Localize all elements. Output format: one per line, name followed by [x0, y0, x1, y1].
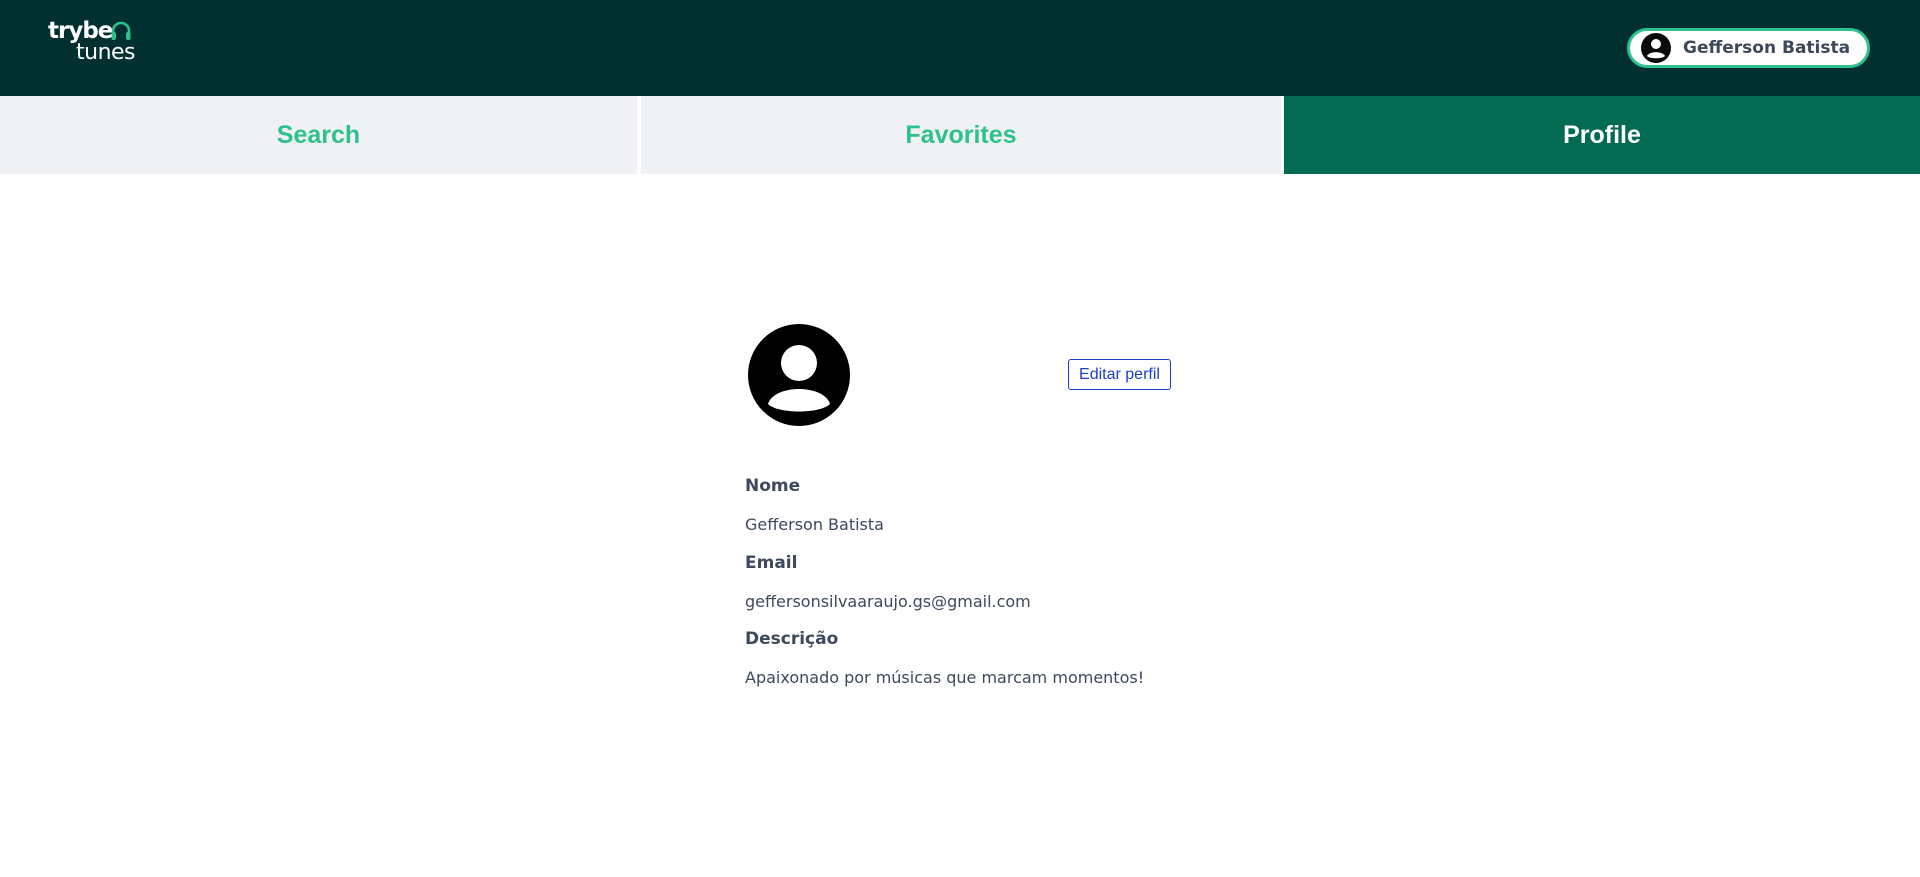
main-nav: Search Favorites Profile — [0, 96, 1920, 174]
field-value-descricao: Apaixonado por músicas que marcam moment… — [745, 668, 1145, 687]
user-name: Gefferson Batista — [1683, 38, 1851, 58]
tab-profile[interactable]: Profile — [1284, 96, 1920, 174]
user-avatar-icon — [1641, 33, 1671, 63]
trybetunes-logo[interactable]: trybe tunes — [48, 17, 144, 65]
profile-card: Editar perfil Nome Gefferson Batista Ema… — [745, 324, 1175, 704]
edit-profile-button[interactable]: Editar perfil — [1068, 359, 1171, 390]
tab-search[interactable]: Search — [0, 96, 637, 174]
field-label-descricao: Descrição — [745, 629, 839, 649]
field-value-email: geffersonsilvaaraujo.gs@gmail.com — [745, 592, 1031, 611]
headphones-icon — [111, 21, 131, 40]
field-label-nome: Nome — [745, 476, 801, 496]
field-label-email: Email — [745, 553, 798, 573]
tab-favorites[interactable]: Favorites — [641, 96, 1281, 174]
logo-text-tunes: tunes — [76, 40, 136, 65]
field-value-nome: Gefferson Batista — [745, 515, 884, 534]
user-profile-badge[interactable]: Gefferson Batista — [1627, 28, 1870, 68]
app-header: trybe tunes Gefferson Batista — [0, 0, 1920, 96]
profile-avatar-icon — [748, 324, 850, 426]
